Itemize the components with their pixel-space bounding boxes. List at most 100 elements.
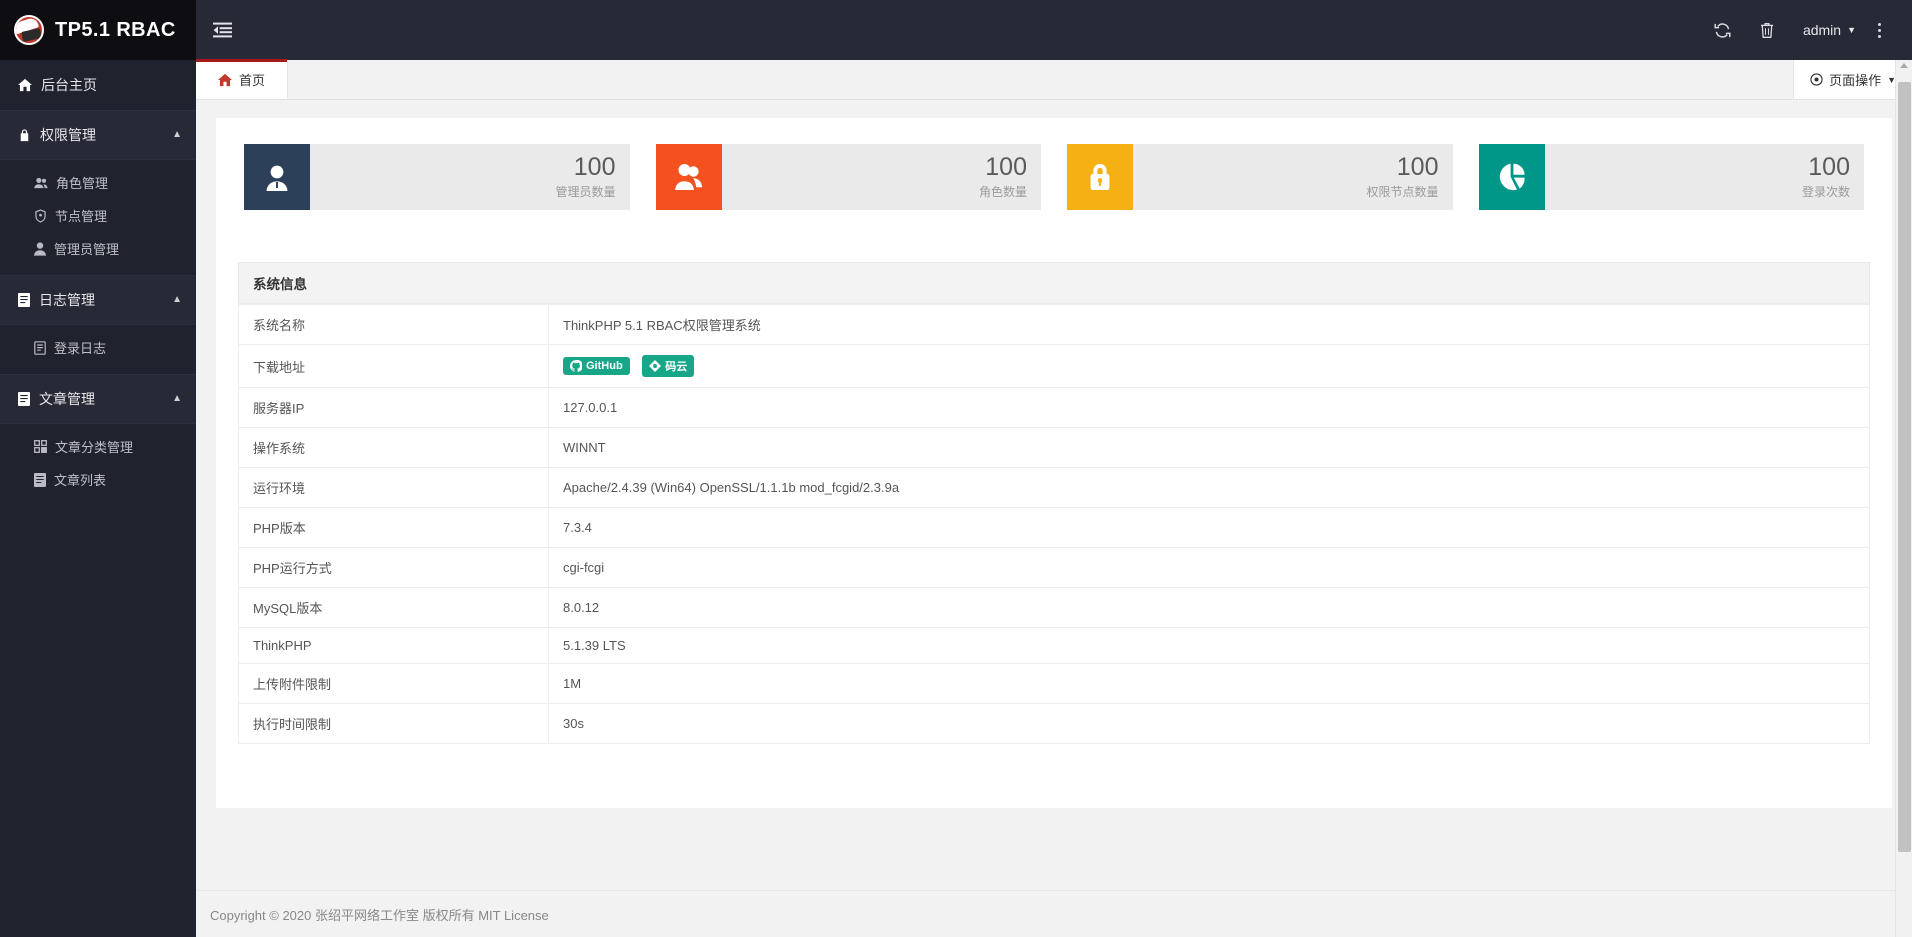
sidebar-group-log[interactable]: 日志管理 ▲ [0,275,196,325]
stat-card-admin-count-value: 100 [573,153,616,182]
sidebar-item-login-log[interactable]: 登录日志 [0,331,196,364]
grid-icon [34,440,47,453]
stat-card-role-count[interactable]: 100 角色数量 [655,144,1041,210]
brand-title: TP5.1 RBAC [55,18,176,41]
system-info-table: 系统名称 ThinkPHP 5.1 RBAC权限管理系统 下载地址 GitHub… [238,304,1870,744]
brand-logo-bar[interactable]: TP5.1 RBAC [0,0,196,60]
menu-fold-icon[interactable] [196,0,248,60]
sidebar: TP5.1 RBAC 后台主页 权限管理 ▲ 角色管理 节点管理 管理员管理 日… [0,0,196,937]
sidebar-item-admin-manage-label: 管理员管理 [54,242,120,257]
row-value-badges: GitHub 码云 [548,344,1870,388]
row-key: MySQL版本 [238,587,549,628]
topbar: admin ▼ [196,0,1912,60]
stat-card-admin-count-body: 100 管理员数量 [310,144,630,210]
github-badge[interactable]: GitHub [563,357,630,375]
vertical-scrollbar[interactable] [1895,60,1912,937]
users-solid-icon [655,144,722,210]
stat-card-admin-count[interactable]: 100 管理员数量 [244,144,630,210]
row-key: 服务器IP [238,387,549,428]
tabbar: 首页 页面操作 ▼ [196,59,1912,100]
stat-card-login-count-value: 100 [1808,153,1850,182]
table-row: 上传附件限制 1M [238,663,1870,704]
thinkphp-logo-icon [14,15,44,45]
sidebar-item-node-manage[interactable]: 节点管理 [0,199,196,232]
table-row: PHP运行方式 cgi-fcgi [238,547,1870,588]
sidebar-item-article-list[interactable]: 文章列表 [0,463,196,496]
system-info-heading: 系统信息 [238,262,1870,304]
row-value: 1M [548,663,1870,704]
stat-card-admin-count-label: 管理员数量 [555,184,616,199]
sidebar-group-permission-label: 权限管理 [40,127,96,143]
row-value: 7.3.4 [548,507,1870,548]
table-row: PHP版本 7.3.4 [238,507,1870,548]
sidebar-group-permission[interactable]: 权限管理 ▲ [0,110,196,160]
sidebar-submenu-log: 登录日志 [0,325,196,374]
row-value: 8.0.12 [548,587,1870,628]
shield-icon [34,208,47,223]
sidebar-item-node-manage-label: 节点管理 [55,209,108,224]
refresh-icon[interactable] [1701,0,1745,60]
chevron-down-icon: ▼ [1847,25,1856,35]
file-text-icon [18,392,30,406]
sidebar-item-admin-manage[interactable]: 管理员管理 [0,232,196,265]
scrollbar-thumb[interactable] [1898,82,1911,852]
home-icon [218,73,232,87]
sidebar-submenu-article: 文章分类管理 文章列表 [0,424,196,506]
row-key: 运行环境 [238,467,549,508]
sidebar-group-article[interactable]: 文章管理 ▲ [0,374,196,424]
table-row: MySQL版本 8.0.12 [238,587,1870,628]
stat-card-permission-node-count[interactable]: 100 权限节点数量 [1067,144,1453,210]
sidebar-item-home[interactable]: 后台主页 [0,60,196,110]
trash-icon[interactable] [1745,0,1789,60]
page-action-label: 页面操作 [1829,73,1882,88]
sidebar-item-article-list-label: 文章列表 [54,473,107,488]
footer: Copyright © 2020 张绍平网络工作室 版权所有 MIT Licen… [196,890,1912,937]
app-root: TP5.1 RBAC 后台主页 权限管理 ▲ 角色管理 节点管理 管理员管理 日… [0,0,1912,937]
row-value: 5.1.39 LTS [548,627,1870,664]
stat-card-role-count-value: 100 [985,153,1027,182]
sidebar-nav: 后台主页 权限管理 ▲ 角色管理 节点管理 管理员管理 日志管理 ▲ 登录日志 … [0,60,196,937]
user-solid-icon [244,144,310,210]
footer-copyright: Copyright © 2020 张绍平网络工作室 版权所有 MIT Licen… [210,907,549,923]
stat-card-login-count-body: 100 登录次数 [1544,144,1864,210]
tab-home-label: 首页 [239,73,266,88]
sidebar-item-login-log-label: 登录日志 [54,341,107,356]
github-icon [570,360,582,372]
lock-icon [18,128,31,142]
stat-card-role-count-label: 角色数量 [978,184,1027,199]
row-value: cgi-fcgi [548,547,1870,588]
chevron-up-icon: ▲ [172,294,182,305]
stat-card-login-count[interactable]: 100 登录次数 [1478,144,1864,210]
sidebar-submenu-permission: 角色管理 节点管理 管理员管理 [0,160,196,275]
gitee-icon [649,360,662,372]
sidebar-item-role-manage[interactable]: 角色管理 [0,166,196,199]
dashboard-panel: 100 管理员数量 100 角色数量 100 权限节点数量 100 登录次数 系… [216,118,1892,808]
file-icon [34,472,46,487]
table-row: 运行环境 Apache/2.4.39 (Win64) OpenSSL/1.1.1… [238,467,1870,508]
chevron-up-icon: ▲ [172,129,182,140]
row-key: 下载地址 [238,344,549,388]
row-key: PHP版本 [238,507,549,548]
row-key: 上传附件限制 [238,663,549,704]
row-value: ThinkPHP 5.1 RBAC权限管理系统 [548,304,1870,345]
user-menu[interactable]: admin ▼ [1789,0,1862,60]
row-value: 30s [548,703,1870,744]
more-vertical-icon[interactable] [1862,0,1896,60]
scroll-up-arrow-icon[interactable] [1900,63,1908,68]
sidebar-item-role-manage-label: 角色管理 [56,176,109,191]
sidebar-item-home-label: 后台主页 [41,77,97,93]
tab-home[interactable]: 首页 [196,59,289,99]
sidebar-item-article-category[interactable]: 文章分类管理 [0,430,196,463]
user-menu-label: admin [1802,22,1842,38]
gitee-badge[interactable]: 码云 [642,355,695,377]
book-icon [34,340,46,355]
stat-card-permission-node-count-label: 权限节点数量 [1366,184,1439,199]
lock-solid-icon [1067,144,1133,210]
sidebar-group-article-label: 文章管理 [39,391,95,407]
row-key: 系统名称 [238,304,549,345]
stat-cards: 100 管理员数量 100 角色数量 100 权限节点数量 100 登录次数 [238,144,1870,210]
target-icon [1810,73,1823,86]
gitee-badge-label: 码云 [665,361,688,373]
user-icon [34,241,46,256]
table-row: 系统名称 ThinkPHP 5.1 RBAC权限管理系统 [238,304,1870,345]
